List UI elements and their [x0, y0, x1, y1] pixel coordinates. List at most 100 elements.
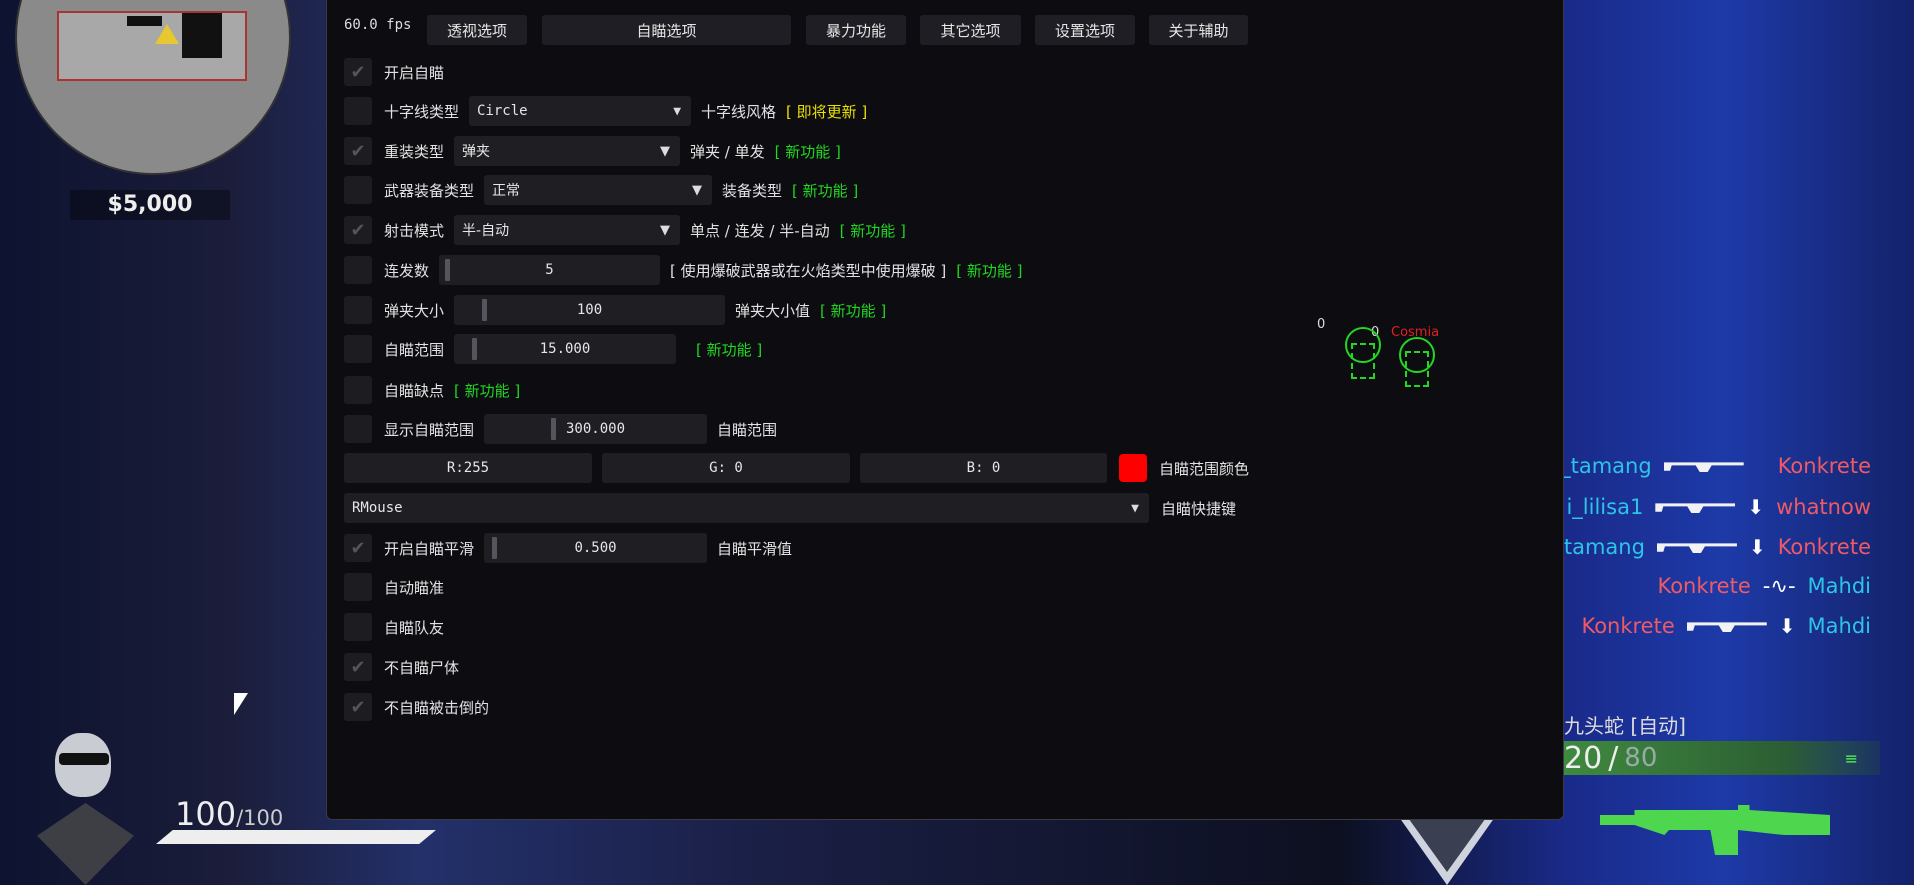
weapon-name: 九头蛇 [自动]: [1564, 714, 1686, 738]
select-value: 半-自动: [462, 223, 510, 239]
victim-name: Mahdi: [1807, 574, 1871, 598]
label: 不自瞄尸体: [384, 658, 460, 677]
coming-soon-tag: [ 即将更新 ]: [786, 102, 868, 121]
select-value: 弹夹: [462, 144, 491, 160]
fire-mode-row: ✔ 射击模式 半-自动 ▼ 单点 / 连发 / 半-自动 [ 新功能 ]: [344, 215, 906, 245]
show-range-row: 显示自瞄范围 300.000 自瞄范围: [344, 414, 777, 444]
reload-type-select[interactable]: 弹夹 ▼: [454, 136, 681, 166]
health-value: 100: [175, 795, 237, 833]
slider-grab[interactable]: [472, 338, 478, 360]
tab-rage[interactable]: 暴力功能: [806, 15, 906, 45]
new-feature-tag: [ 新功能 ]: [696, 340, 763, 359]
blue-channel-input[interactable]: B: 0: [860, 453, 1107, 483]
tab-settings[interactable]: 设置选项: [1035, 15, 1135, 45]
slider-value: 100: [576, 302, 603, 318]
esp-box: [1351, 343, 1375, 379]
green-channel-input[interactable]: G: 0: [602, 453, 850, 483]
slider-grab[interactable]: [551, 418, 557, 440]
range-checkbox[interactable]: [344, 335, 372, 363]
ammo-icon: ≡: [1844, 748, 1858, 768]
red-channel-input[interactable]: R:255: [344, 453, 592, 483]
ammo-bar: 20/80 ≡: [1564, 740, 1880, 776]
label: 十字线类型: [384, 102, 460, 121]
show-range-checkbox[interactable]: [344, 415, 372, 443]
killfeed-entry: esh_tamang Konkrete: [1523, 449, 1871, 483]
killfeed-entry: Konkrete -∿- Mahdi: [1657, 569, 1871, 603]
no-downed-checkbox[interactable]: ✔: [344, 693, 372, 721]
label: 自瞄范围颜色: [1159, 459, 1250, 478]
mag-slider[interactable]: 100: [454, 295, 726, 325]
health-bar: [156, 830, 436, 844]
slider-value: 5: [545, 262, 554, 278]
label: 重装类型: [384, 142, 445, 161]
avatar: [37, 733, 134, 885]
rifle-icon: [1655, 503, 1736, 513]
minimap: [15, 0, 291, 175]
tab-about[interactable]: 关于辅助: [1149, 15, 1248, 45]
killer-name: _tamang: [1553, 535, 1645, 559]
select-value: Circle: [477, 103, 528, 119]
auto-aim-checkbox[interactable]: [344, 573, 372, 601]
label: 装备类型: [722, 181, 783, 200]
no-corpse-row: ✔ 不自瞄尸体: [344, 652, 459, 682]
show-range-slider[interactable]: 300.000: [484, 414, 708, 444]
headshot-icon: ⬇: [1747, 495, 1765, 519]
smooth-checkbox[interactable]: ✔: [344, 534, 372, 562]
tab-esp[interactable]: 透视选项: [427, 15, 527, 45]
dropdown-arrow-icon: ▼: [673, 103, 682, 119]
shotgun-icon: [1686, 622, 1767, 632]
slider-grab[interactable]: [482, 299, 488, 321]
killfeed-entry: i_lilisa1 ⬇ whatnow: [1566, 490, 1871, 524]
label: 自瞄范围: [717, 420, 778, 439]
label: 自瞄队友: [384, 618, 445, 637]
color-swatch[interactable]: [1119, 454, 1147, 482]
tab-aim[interactable]: 自瞄选项: [542, 15, 791, 45]
select-value: 正常: [492, 183, 521, 199]
auto-aim-row: 自动瞄准: [344, 572, 444, 602]
slider-grab[interactable]: [492, 537, 498, 559]
slider-value: 0.500: [574, 540, 617, 556]
label: 弹夹 / 单发: [690, 142, 765, 161]
rifle-icon: [1656, 543, 1737, 553]
victim-name: Konkrete: [1777, 454, 1871, 478]
label: 武器装备类型: [384, 181, 475, 200]
enable-aim-checkbox[interactable]: ✔: [344, 58, 372, 86]
dropdown-arrow-icon: ▼: [1131, 500, 1139, 516]
smooth-slider[interactable]: 0.500: [484, 533, 708, 563]
label: 自动瞄准: [384, 578, 445, 597]
mag-checkbox[interactable]: [344, 296, 372, 324]
health: 100/100: [175, 795, 283, 833]
ammo-separator: /: [1608, 740, 1619, 776]
killfeed-entry: Konkrete ⬇ Mahdi: [1581, 609, 1871, 643]
dropdown-arrow-icon: ▼: [660, 222, 671, 238]
victim-name: Mahdi: [1807, 614, 1871, 638]
new-feature-tag: [ 新功能 ]: [956, 261, 1023, 280]
equip-type-select[interactable]: 正常 ▼: [484, 175, 713, 205]
label: 自瞄范围: [384, 340, 445, 359]
aim-team-checkbox[interactable]: [344, 613, 372, 641]
slider-value: 15.000: [539, 341, 591, 357]
crosshair-checkbox[interactable]: [344, 97, 372, 125]
fire-mode-select[interactable]: 半-自动 ▼: [454, 215, 681, 245]
burst-row: 连发数 5 [ 使用爆破武器或在火焰类型中使用爆破 ] [ 新功能 ]: [344, 255, 1023, 285]
weapon-icon: [1600, 805, 1830, 855]
cursor-icon: [234, 693, 248, 715]
equip-checkbox[interactable]: [344, 176, 372, 204]
player-arrow-icon: [155, 24, 179, 44]
reload-checkbox[interactable]: ✔: [344, 137, 372, 165]
no-corpse-checkbox[interactable]: ✔: [344, 653, 372, 681]
mag-row: 弹夹大小 100 弹夹大小值 [ 新功能 ]: [344, 295, 886, 325]
fire-mode-checkbox[interactable]: ✔: [344, 216, 372, 244]
burst-slider[interactable]: 5: [439, 255, 661, 285]
crosshair-type-select[interactable]: Circle ▼: [469, 96, 692, 126]
hotkey-select[interactable]: RMouse ▼: [344, 493, 1149, 523]
burst-checkbox[interactable]: [344, 256, 372, 284]
weakness-checkbox[interactable]: [344, 376, 372, 404]
esp-box: [1405, 351, 1429, 387]
label: 显示自瞄范围: [384, 420, 475, 439]
range-slider[interactable]: 15.000: [454, 334, 677, 364]
slider-grab[interactable]: [445, 259, 451, 281]
health-max: /100: [236, 806, 284, 830]
label: 射击模式: [384, 221, 445, 240]
tab-misc[interactable]: 其它选项: [920, 15, 1021, 45]
